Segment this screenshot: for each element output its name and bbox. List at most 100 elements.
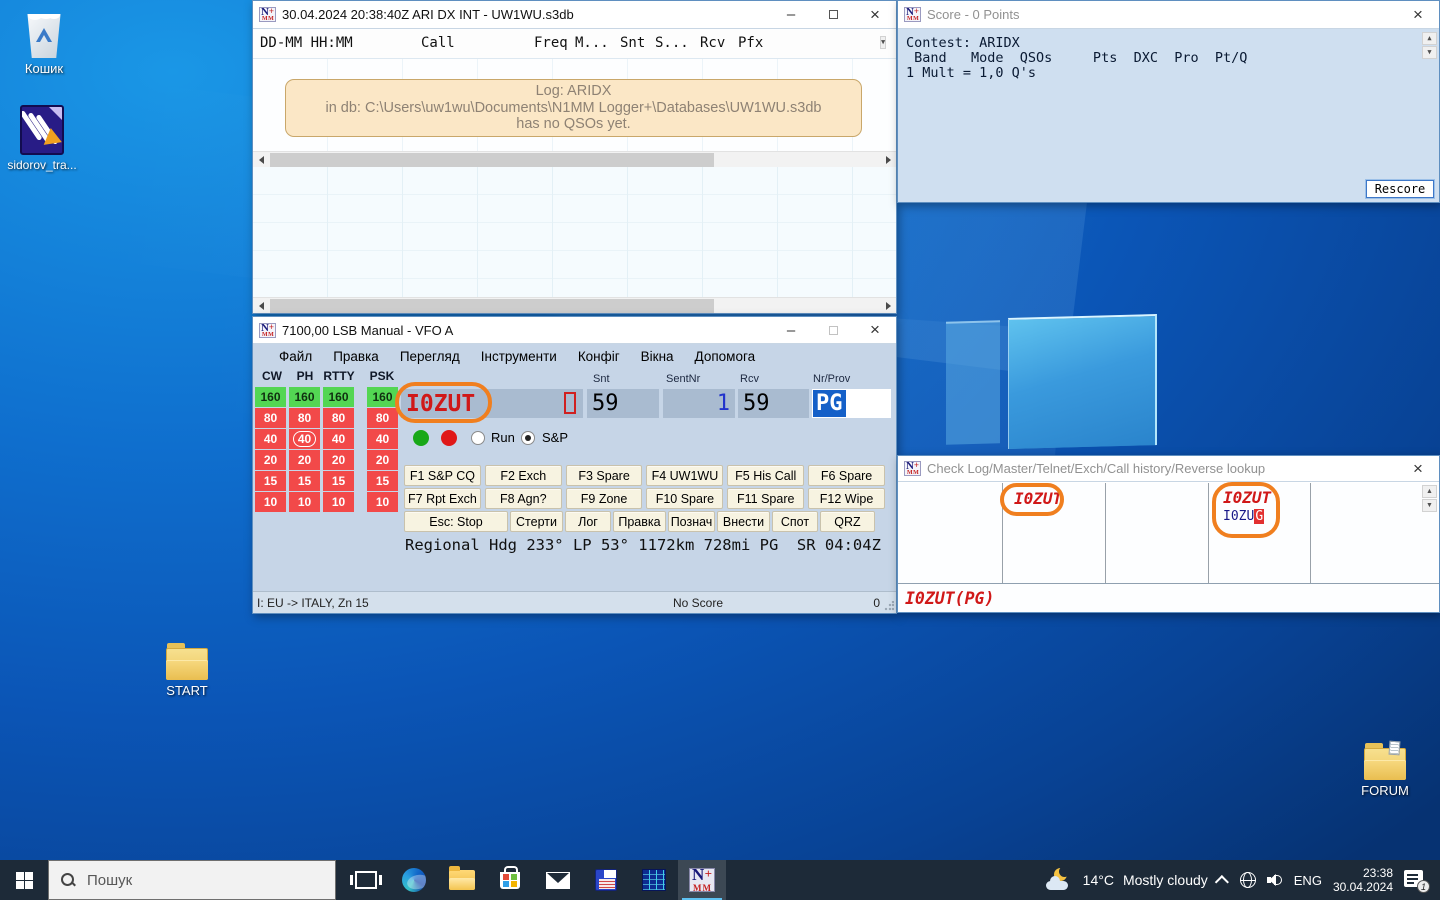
column-header[interactable]: Call <box>421 35 455 51</box>
band-button[interactable]: 10 <box>289 492 320 512</box>
vertical-scroll-buttons[interactable]: ▲▼ <box>1422 32 1437 59</box>
vertical-scroll-buttons[interactable]: ▲▼ <box>1422 485 1437 512</box>
f2-button[interactable]: F2 Exch <box>485 465 562 486</box>
taskbar-search[interactable] <box>48 860 336 900</box>
maximize-button[interactable] <box>812 1 854 28</box>
band-button[interactable]: 10 <box>323 492 354 512</box>
band-button[interactable]: 80 <box>289 408 320 428</box>
sp-radio[interactable] <box>521 431 535 445</box>
band-button[interactable]: 40 <box>367 429 398 449</box>
band-button[interactable]: 160 <box>255 387 286 407</box>
band-button[interactable]: 10 <box>367 492 398 512</box>
history-match-call[interactable]: I0ZUT <box>1223 488 1271 507</box>
horizontal-scrollbar[interactable] <box>253 297 896 313</box>
band-button-current[interactable]: 40 <box>289 429 320 449</box>
column-header[interactable]: S... <box>655 35 689 51</box>
band-button[interactable]: 40 <box>323 429 354 449</box>
mark-button[interactable]: Познач <box>668 511 715 532</box>
file-explorer-button[interactable] <box>438 860 486 900</box>
spot-button[interactable]: Спот <box>772 511 818 532</box>
menu-windows[interactable]: Вікна <box>641 349 674 364</box>
desktop-icon-start-folder[interactable]: START <box>145 628 229 698</box>
rcv-input[interactable]: 59 <box>738 389 809 418</box>
column-header[interactable]: DD-MM HH:MM <box>260 35 353 51</box>
close-button[interactable]: × <box>854 1 896 28</box>
search-input[interactable] <box>85 871 285 890</box>
band-button[interactable]: 15 <box>323 471 354 491</box>
notification-center-button[interactable]: 1 <box>1404 869 1428 891</box>
f1-button[interactable]: F1 S&P CQ <box>404 465 481 486</box>
floppy-app-button[interactable] <box>582 860 630 900</box>
f12-button[interactable]: F12 Wipe <box>808 488 885 509</box>
run-radio[interactable] <box>471 431 485 445</box>
band-button[interactable]: 160 <box>367 387 398 407</box>
band-button[interactable]: 10 <box>255 492 286 512</box>
column-header[interactable]: Snt <box>620 35 645 51</box>
band-button[interactable]: 20 <box>323 450 354 470</box>
resize-grip[interactable] <box>884 601 894 611</box>
band-button[interactable]: 160 <box>289 387 320 407</box>
band-button[interactable]: 40 <box>255 429 286 449</box>
f5-button[interactable]: F5 His Call <box>727 465 804 486</box>
tray-overflow-chevron-icon[interactable] <box>1215 875 1229 889</box>
close-button[interactable]: × <box>854 317 896 343</box>
f10-button[interactable]: F10 Spare <box>646 488 723 509</box>
speaker-icon[interactable] <box>1267 873 1283 887</box>
nrprov-input[interactable]: PG <box>812 389 891 418</box>
menu-tools[interactable]: Інструменти <box>481 349 557 364</box>
band-button[interactable]: 20 <box>367 450 398 470</box>
log-button[interactable]: Лог <box>565 511 611 532</box>
task-view-button[interactable] <box>342 860 390 900</box>
f11-button[interactable]: F11 Spare <box>727 488 804 509</box>
menu-help[interactable]: Допомога <box>695 349 756 364</box>
band-button[interactable]: 15 <box>367 471 398 491</box>
network-globe-icon[interactable] <box>1240 872 1256 888</box>
store-button[interactable] <box>486 860 534 900</box>
minimize-button[interactable]: – <box>770 317 812 343</box>
desktop-icon-sidorov-file[interactable]: sidorov_tra... <box>0 103 84 172</box>
desktop-icon-forum-folder[interactable]: FORUM <box>1343 728 1427 798</box>
start-button[interactable] <box>0 860 48 900</box>
band-button[interactable]: 80 <box>323 408 354 428</box>
grid-app-button[interactable] <box>630 860 678 900</box>
store-button[interactable]: Внести <box>717 511 770 532</box>
band-button[interactable]: 80 <box>367 408 398 428</box>
band-button[interactable]: 20 <box>289 450 320 470</box>
wipe-button[interactable]: Стерти <box>510 511 563 532</box>
minimize-button[interactable]: – <box>770 1 812 28</box>
callsign-input[interactable]: I0ZUT <box>401 389 583 418</box>
band-button[interactable]: 20 <box>255 450 286 470</box>
column-header[interactable]: M... <box>575 35 609 51</box>
band-button[interactable]: 15 <box>255 471 286 491</box>
taskbar-clock[interactable]: 23:38 30.04.2024 <box>1333 866 1393 894</box>
edit-button[interactable]: Правка <box>613 511 666 532</box>
mail-button[interactable] <box>534 860 582 900</box>
f3-button[interactable]: F3 Spare <box>566 465 643 486</box>
band-button[interactable]: 80 <box>255 408 286 428</box>
menu-edit[interactable]: Правка <box>333 349 379 364</box>
edge-button[interactable] <box>390 860 438 900</box>
menu-view[interactable]: Перегляд <box>400 349 460 364</box>
menu-file[interactable]: Файл <box>279 349 312 364</box>
desktop-icon-recycle-bin[interactable]: Кошик <box>2 6 86 76</box>
horizontal-scrollbar[interactable] <box>253 151 896 167</box>
f7-button[interactable]: F7 Rpt Exch <box>404 488 481 509</box>
snt-input[interactable]: 59 <box>587 389 659 418</box>
column-header[interactable]: Pfx <box>738 35 763 51</box>
column-header[interactable]: Freq <box>534 35 568 51</box>
menu-config[interactable]: Конфіг <box>578 349 620 364</box>
esc-stop-button[interactable]: Esc: Stop <box>404 511 508 532</box>
close-button[interactable]: × <box>1397 1 1439 28</box>
weather-widget[interactable]: 14°C Mostly cloudy <box>1046 868 1208 892</box>
f4-button[interactable]: F4 UW1WU <box>646 465 723 486</box>
qrz-button[interactable]: QRZ <box>820 511 875 532</box>
n1mm-taskbar-button[interactable]: N+MM <box>678 860 726 900</box>
f9-button[interactable]: F9 Zone <box>566 488 643 509</box>
master-match-call[interactable]: I0ZUT <box>1014 489 1062 508</box>
f6-button[interactable]: F6 Spare <box>808 465 885 486</box>
band-button[interactable]: 160 <box>323 387 354 407</box>
close-button[interactable]: × <box>1397 456 1439 481</box>
column-header[interactable]: Rcv <box>700 35 725 51</box>
sentnr-input[interactable]: 1 <box>663 389 735 418</box>
band-button[interactable]: 15 <box>289 471 320 491</box>
